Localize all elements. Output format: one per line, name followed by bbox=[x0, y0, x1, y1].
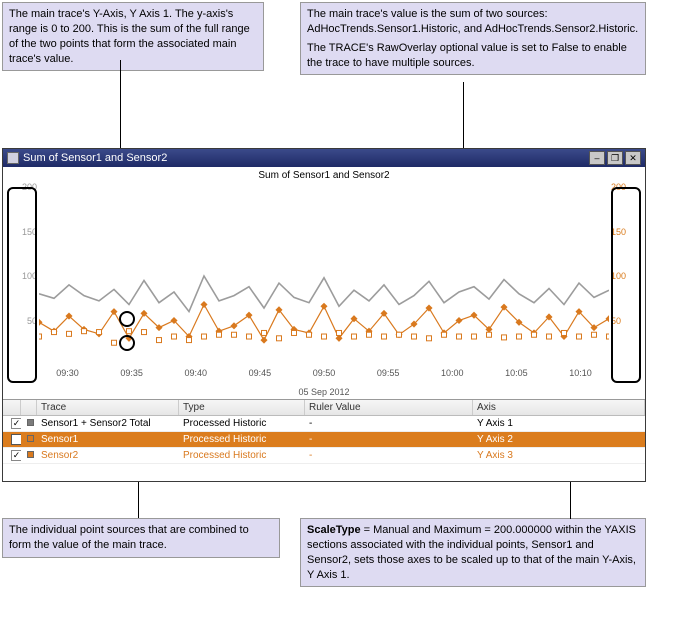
row-trace-name: Sensor1 bbox=[37, 433, 179, 446]
x-tick: 09:50 bbox=[313, 368, 336, 378]
row-type: Processed Historic bbox=[179, 449, 305, 462]
row-checkbox[interactable]: ✓ bbox=[3, 417, 21, 430]
grid-body: ✓Sensor1 + Sensor2 TotalProcessed Histor… bbox=[3, 416, 645, 464]
trend-window: Sum of Sensor1 and Sensor2 – ❐ ✕ Sum of … bbox=[2, 148, 646, 482]
table-row[interactable]: ✓ Sensor1Processed Historic-Y Axis 2 bbox=[3, 432, 645, 448]
restore-button[interactable]: ❐ bbox=[607, 151, 623, 165]
note-bottom-right: ScaleType = Manual and Maximum = 200.000… bbox=[300, 518, 646, 587]
x-tick: 10:05 bbox=[505, 368, 528, 378]
table-row[interactable]: ✓ Sensor2Processed Historic-Y Axis 3 bbox=[3, 448, 645, 464]
note-text: The main trace's Y-Axis, Y Axis 1. The y… bbox=[9, 7, 257, 66]
highlight-right-axis bbox=[611, 187, 641, 383]
col-ruler[interactable]: Ruler Value bbox=[305, 400, 473, 415]
col-axis[interactable]: Axis bbox=[473, 400, 645, 415]
x-tick: 09:35 bbox=[120, 368, 143, 378]
col-type[interactable]: Type bbox=[179, 400, 305, 415]
highlight-sample-lower bbox=[119, 335, 135, 351]
note-text: The main trace's value is the sum of two… bbox=[307, 7, 639, 37]
window-title: Sum of Sensor1 and Sensor2 bbox=[23, 152, 587, 164]
row-trace-name: Sensor1 + Sensor2 Total bbox=[37, 417, 179, 430]
window-icon bbox=[7, 152, 19, 164]
note-top-right: The main trace's value is the sum of two… bbox=[300, 2, 646, 75]
x-date-label: 05 Sep 2012 bbox=[3, 387, 645, 397]
x-tick: 09:55 bbox=[377, 368, 400, 378]
note-text: The TRACE's RawOverlay optional value is… bbox=[307, 41, 639, 71]
row-axis: Y Axis 2 bbox=[473, 433, 645, 446]
trace-grid: Trace Type Ruler Value Axis ✓ Sensor1 + S… bbox=[3, 399, 645, 464]
row-checkbox[interactable]: ✓ bbox=[3, 449, 21, 462]
grid-header: Trace Type Ruler Value Axis bbox=[3, 400, 645, 416]
x-tick: 09:45 bbox=[249, 368, 272, 378]
row-ruler-value: - bbox=[305, 433, 473, 446]
row-ruler-value: - bbox=[305, 449, 473, 462]
highlight-left-axis bbox=[7, 187, 37, 383]
row-key-swatch bbox=[21, 449, 37, 462]
x-tick: 10:00 bbox=[441, 368, 464, 378]
row-ruler-value: - bbox=[305, 417, 473, 430]
col-check bbox=[3, 400, 21, 415]
note-top-left: The main trace's Y-Axis, Y Axis 1. The y… bbox=[2, 2, 264, 71]
chart-area: Sum of Sensor1 and Sensor2 200 150 100 5… bbox=[3, 167, 645, 399]
highlight-sample-upper bbox=[119, 311, 135, 327]
col-key bbox=[21, 400, 37, 415]
leader-line bbox=[138, 478, 139, 518]
x-tick: 10:10 bbox=[569, 368, 592, 378]
table-row[interactable]: ✓ Sensor1 + Sensor2 TotalProcessed Histor… bbox=[3, 416, 645, 432]
row-trace-name: Sensor2 bbox=[37, 449, 179, 462]
note-bottom-left: The individual point sources that are co… bbox=[2, 518, 280, 558]
note-text: ScaleType = Manual and Maximum = 200.000… bbox=[307, 523, 639, 582]
titlebar[interactable]: Sum of Sensor1 and Sensor2 – ❐ ✕ bbox=[3, 149, 645, 167]
chart-title: Sum of Sensor1 and Sensor2 bbox=[3, 167, 645, 183]
close-button[interactable]: ✕ bbox=[625, 151, 641, 165]
row-key-swatch bbox=[21, 417, 37, 430]
row-axis: Y Axis 1 bbox=[473, 417, 645, 430]
x-tick: 09:40 bbox=[184, 368, 207, 378]
minimize-button[interactable]: – bbox=[589, 151, 605, 165]
note-text: The individual point sources that are co… bbox=[9, 523, 273, 553]
row-axis: Y Axis 3 bbox=[473, 449, 645, 462]
row-key-swatch bbox=[21, 433, 37, 446]
col-trace[interactable]: Trace bbox=[37, 400, 179, 415]
row-type: Processed Historic bbox=[179, 417, 305, 430]
row-type: Processed Historic bbox=[179, 433, 305, 446]
row-checkbox[interactable]: ✓ bbox=[3, 433, 21, 446]
x-tick: 09:30 bbox=[56, 368, 79, 378]
